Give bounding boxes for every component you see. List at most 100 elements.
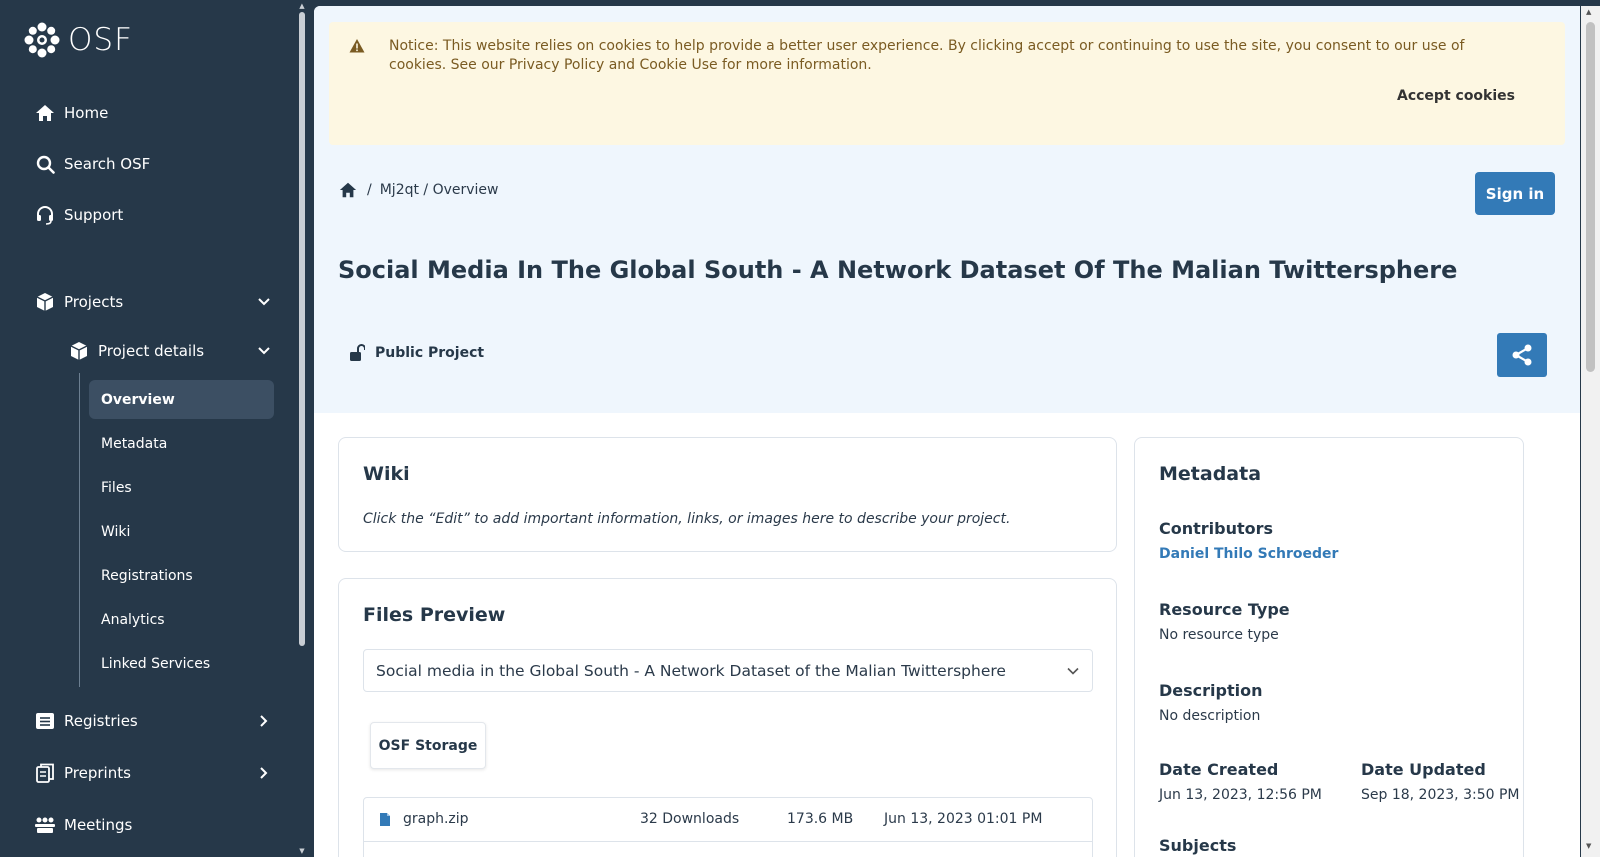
sidebar-item-metadata[interactable]: Metadata <box>89 424 274 463</box>
cookie-notice-text: Notice: This website relies on cookies t… <box>389 38 1465 73</box>
accept-cookies-button[interactable]: Accept cookies <box>1397 88 1515 104</box>
breadcrumb-separator: / <box>367 182 372 198</box>
sidebar-scrollbar-thumb[interactable] <box>299 12 305 646</box>
contributors-label: Contributors <box>1159 519 1274 538</box>
wiki-card: Wiki Click the “Edit” to add important i… <box>338 437 1117 552</box>
date-created-section: Date Created Jun 13, 2023, 12:56 PM <box>1159 760 1322 803</box>
subjects-section: Subjects <box>1159 836 1236 857</box>
metadata-card: Metadata Contributors Daniel Thilo Schro… <box>1134 437 1524 857</box>
warning-icon <box>349 39 365 53</box>
sign-in-button[interactable]: Sign in <box>1475 172 1555 215</box>
cube-icon <box>68 340 90 362</box>
description-label: Description <box>1159 681 1263 700</box>
nav-search[interactable]: Search OSF <box>34 150 150 178</box>
chevron-right-icon[interactable] <box>257 766 271 780</box>
share-button[interactable] <box>1497 333 1547 377</box>
nav-registries[interactable]: Registries <box>34 707 268 735</box>
meetings-icon <box>34 814 56 836</box>
sidebar-item-analytics[interactable]: Analytics <box>89 600 274 639</box>
nav-projects-label: Projects <box>64 293 124 311</box>
osf-logo-icon <box>24 22 60 58</box>
wiki-title: Wiki <box>363 463 410 485</box>
resource-type-label: Resource Type <box>1159 600 1290 619</box>
nav-preprints[interactable]: Preprints <box>34 759 268 787</box>
search-icon <box>34 153 56 175</box>
date-created-value: Jun 13, 2023, 12:56 PM <box>1159 787 1322 803</box>
cookie-notice: Notice: This website relies on cookies t… <box>329 22 1565 145</box>
logo-text: OSF <box>68 22 133 58</box>
chevron-down-icon <box>1067 667 1079 675</box>
home-icon[interactable] <box>339 181 357 199</box>
osf-storage-button[interactable]: OSF Storage <box>370 722 486 769</box>
nav-meetings-label: Meetings <box>64 816 133 834</box>
scroll-up-icon[interactable]: ▲ <box>298 2 306 10</box>
files-preview-card: Files Preview Social media in the Global… <box>338 578 1117 857</box>
sidebar-item-linked-services[interactable]: Linked Services <box>89 644 274 683</box>
nav-support[interactable]: Support <box>34 201 123 229</box>
nav-projects[interactable]: Projects <box>34 288 270 316</box>
chevron-right-icon[interactable] <box>257 714 271 728</box>
description-section: Description No description <box>1159 681 1262 724</box>
cube-icon <box>34 291 56 313</box>
nav-support-label: Support <box>64 206 124 224</box>
scroll-down-icon[interactable]: ▼ <box>1586 842 1591 850</box>
headset-icon <box>34 204 56 226</box>
chevron-down-icon[interactable] <box>257 295 271 309</box>
nav-home[interactable]: Home <box>34 99 108 127</box>
resource-type-value: No resource type <box>1159 627 1279 643</box>
home-icon <box>34 102 56 124</box>
main-scrollbar-thumb[interactable] <box>1586 22 1595 372</box>
file-date: Jun 13, 2023 01:01 PM <box>884 811 1043 827</box>
chevron-down-icon[interactable] <box>257 344 271 358</box>
subnav-rail <box>79 373 80 687</box>
visibility-badge: Public Project <box>349 344 484 362</box>
file-name[interactable]: graph.zip <box>403 811 469 827</box>
date-updated-section: Date Updated Sep 18, 2023, 3:50 PM <box>1361 760 1520 803</box>
sidebar-item-wiki[interactable]: Wiki <box>89 512 274 551</box>
date-updated-value: Sep 18, 2023, 3:50 PM <box>1361 787 1520 803</box>
nav-meetings[interactable]: Meetings <box>34 811 132 839</box>
file-table: graph.zip 32 Downloads 173.6 MB Jun 13, … <box>363 797 1093 857</box>
sidebar-item-files[interactable]: Files <box>89 468 274 507</box>
sidebar-item-registrations[interactable]: Registrations <box>89 556 274 595</box>
osf-logo[interactable]: OSF <box>24 22 133 58</box>
wiki-body: Click the “Edit” to add important inform… <box>363 511 1011 527</box>
project-select[interactable]: Social media in the Global South - A Net… <box>363 649 1093 692</box>
nav-registries-label: Registries <box>64 712 138 730</box>
breadcrumb-path[interactable]: Mj2qt / Overview <box>380 182 499 198</box>
metadata-title: Metadata <box>1159 463 1262 485</box>
file-downloads: 32 Downloads <box>640 811 740 827</box>
sidebar-scrollbar[interactable]: ▲ ▼ <box>298 0 306 857</box>
description-value: No description <box>1159 708 1261 724</box>
unlock-icon <box>350 344 365 361</box>
main-scrollbar[interactable]: ▲ ▼ <box>1581 6 1600 857</box>
registries-icon <box>34 710 56 732</box>
project-header: Notice: This website relies on cookies t… <box>314 6 1580 413</box>
contributors-section: Contributors Daniel Thilo Schroeder <box>1159 519 1338 562</box>
scroll-down-icon[interactable]: ▼ <box>298 847 306 855</box>
nav-preprints-label: Preprints <box>64 764 131 782</box>
nav-search-label: Search OSF <box>64 155 151 173</box>
file-size: 173.6 MB <box>787 811 854 827</box>
breadcrumb: / Mj2qt / Overview <box>339 181 499 199</box>
sidebar-item-overview[interactable]: Overview <box>89 380 274 419</box>
scroll-up-icon[interactable]: ▲ <box>1586 8 1591 16</box>
resource-type-section: Resource Type No resource type <box>1159 600 1290 643</box>
preprints-icon <box>34 762 56 784</box>
date-updated-label: Date Updated <box>1361 760 1486 779</box>
nav-project-details[interactable]: Project details <box>68 337 270 365</box>
files-preview-title: Files Preview <box>363 604 506 626</box>
table-row[interactable]: graph.zip 32 Downloads 173.6 MB Jun 13, … <box>364 798 1092 842</box>
file-icon <box>380 813 390 826</box>
page-title: Social Media In The Global South - A Net… <box>338 256 1458 284</box>
main-content: Notice: This website relies on cookies t… <box>314 6 1580 857</box>
nav-home-label: Home <box>64 104 109 122</box>
share-icon <box>1512 344 1532 366</box>
date-created-label: Date Created <box>1159 760 1279 779</box>
visibility-label: Public Project <box>375 345 485 361</box>
project-select-value: Social media in the Global South - A Net… <box>376 661 1006 680</box>
subjects-label: Subjects <box>1159 836 1237 855</box>
contributor-link[interactable]: Daniel Thilo Schroeder <box>1159 546 1338 562</box>
sidebar: OSF Home Search OSF Support Projects Pro… <box>0 0 300 857</box>
nav-project-details-label: Project details <box>98 342 205 360</box>
